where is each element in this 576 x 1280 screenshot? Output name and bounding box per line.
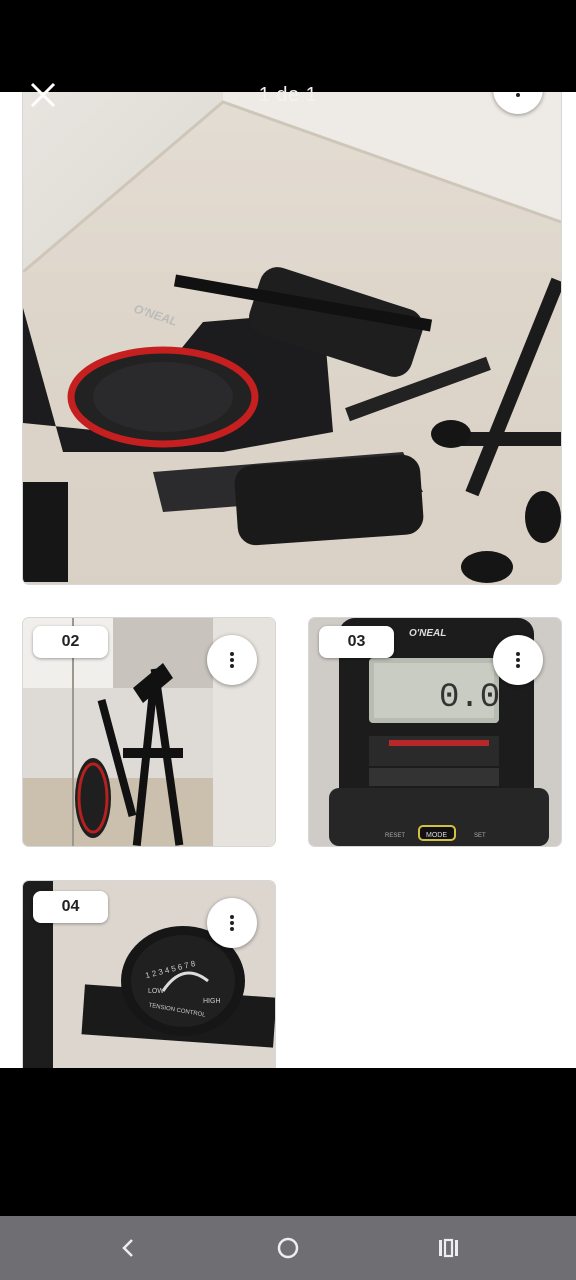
svg-text:O'NEAL: O'NEAL: [409, 628, 446, 639]
nav-home-button[interactable]: [270, 1230, 306, 1266]
image-counter: 1 de 1: [258, 84, 318, 106]
svg-text:MODE: MODE: [426, 832, 447, 839]
svg-text:SET: SET: [474, 833, 486, 839]
gallery: O'NEAL O'NEAL 0.0 MODE RESET SET 1 2 3 4…: [0, 92, 576, 1068]
more-vertical-icon: [230, 915, 234, 931]
recents-icon: [439, 1238, 458, 1258]
photo-04-menu-button[interactable]: [207, 898, 257, 948]
elliptical-trainer-image: O'NEAL: [23, 92, 561, 584]
main-photo[interactable]: O'NEAL: [23, 92, 561, 584]
photo-03-menu-button[interactable]: [493, 635, 543, 685]
photo-02-menu-button[interactable]: [207, 635, 257, 685]
nav-back-button[interactable]: [110, 1230, 146, 1266]
more-vertical-icon: [516, 652, 520, 668]
nav-recents-button[interactable]: [430, 1230, 466, 1266]
svg-text:RESET: RESET: [385, 833, 405, 839]
svg-text:LOW: LOW: [148, 988, 164, 995]
system-nav-bar: [0, 1216, 576, 1280]
photo-badge-02: 02: [33, 626, 108, 658]
more-vertical-icon: [230, 652, 234, 668]
home-icon: [277, 1237, 299, 1259]
back-icon: [122, 1239, 133, 1257]
top-bar: [0, 0, 576, 92]
svg-text:0.0: 0.0: [439, 679, 500, 717]
photo-badge-04: 04: [33, 891, 108, 923]
photo-badge-03: 03: [319, 626, 394, 658]
svg-text:HIGH: HIGH: [203, 998, 221, 1005]
